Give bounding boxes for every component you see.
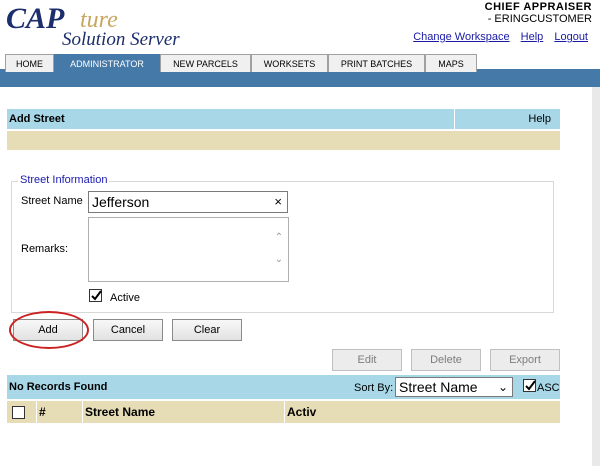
active-checkbox[interactable]	[89, 289, 102, 302]
change-workspace-link[interactable]: Change Workspace	[413, 31, 509, 43]
right-scrollbar[interactable]	[592, 87, 600, 466]
grid-header: # Street Name Activ	[7, 401, 560, 423]
remarks-textarea[interactable]: ⌃ ⌄	[88, 217, 289, 282]
tab-home[interactable]: HOME	[5, 54, 54, 72]
asc-checkbox[interactable]	[523, 379, 536, 392]
user-info: CHIEF APPRAISER - ERINGCUSTOMER	[485, 1, 592, 25]
scroll-up-icon[interactable]: ⌃	[273, 232, 285, 244]
page-title-bar: Add Street Help	[7, 109, 560, 129]
message-bar	[7, 131, 560, 150]
column-active[interactable]: Activ	[284, 401, 318, 423]
clear-input-icon[interactable]: ×	[274, 192, 282, 212]
highlight-oval	[9, 311, 89, 349]
street-name-label: Street Name	[21, 195, 83, 207]
page-help-link[interactable]: Help	[455, 109, 560, 129]
page-title: Add Street	[7, 109, 455, 129]
svg-text:Solution Server: Solution Server	[62, 29, 180, 50]
column-street-name[interactable]: Street Name	[82, 401, 284, 423]
svg-text:CAP: CAP	[6, 2, 65, 35]
capture-logo: CAP ture Solution Server	[0, 0, 242, 50]
export-button[interactable]: Export	[490, 349, 560, 371]
records-status: No Records Found	[9, 381, 108, 393]
user-name: - ERINGCUSTOMER	[487, 13, 592, 25]
remarks-label: Remarks:	[21, 243, 69, 255]
clear-button[interactable]: Clear	[172, 319, 242, 341]
chevron-down-icon: ⌄	[497, 380, 508, 394]
column-number[interactable]: #	[36, 401, 82, 423]
tab-administrator[interactable]: ADMINISTRATOR	[54, 54, 160, 72]
sort-by-select[interactable]: Street Name ⌄	[395, 377, 513, 397]
tab-worksets[interactable]: WORKSETS	[251, 54, 328, 72]
sort-by-label: Sort By:	[354, 382, 394, 394]
asc-label: ASC	[537, 382, 560, 394]
fieldset-legend: Street Information	[18, 174, 110, 186]
active-label: Active	[110, 292, 140, 304]
sort-by-value: Street Name	[399, 379, 478, 395]
list-header-bar: No Records Found Sort By: Street Name ⌄ …	[7, 375, 560, 399]
edit-button[interactable]: Edit	[332, 349, 402, 371]
help-link[interactable]: Help	[521, 31, 544, 43]
delete-button[interactable]: Delete	[411, 349, 481, 371]
street-name-input[interactable]: Jefferson ×	[88, 191, 288, 213]
select-all-checkbox[interactable]	[12, 406, 25, 419]
cancel-button[interactable]: Cancel	[93, 319, 163, 341]
user-role: CHIEF APPRAISER	[484, 1, 592, 13]
tab-new-parcels[interactable]: NEW PARCELS	[160, 54, 251, 72]
tab-maps[interactable]: MAPS	[425, 54, 477, 72]
tab-print-batches[interactable]: PRINT BATCHES	[328, 54, 425, 72]
street-name-value: Jefferson	[92, 194, 150, 210]
top-links: Change Workspace Help Logout	[405, 31, 588, 43]
main-tabs: HOME ADMINISTRATOR NEW PARCELS WORKSETS …	[5, 54, 477, 72]
logout-link[interactable]: Logout	[554, 31, 588, 43]
scroll-down-icon[interactable]: ⌄	[273, 254, 285, 266]
